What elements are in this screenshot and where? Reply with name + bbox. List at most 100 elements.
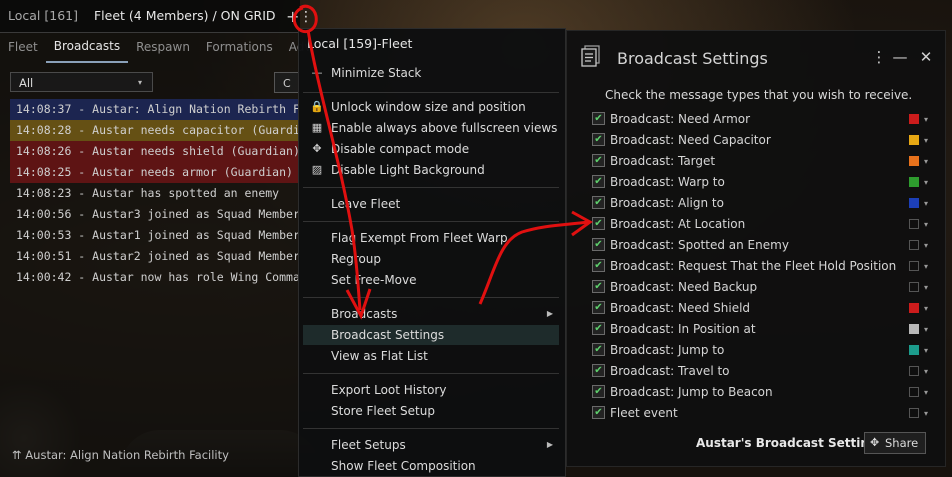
broadcast-type-row[interactable]: ✔ Fleet event ▾ xyxy=(591,403,928,424)
tab-fleet[interactable]: Fleet (4 Members) / ON GRID xyxy=(86,0,284,32)
chevron-down-icon[interactable]: ▾ xyxy=(924,277,928,298)
color-swatch[interactable] xyxy=(909,324,919,334)
broadcast-item[interactable]: 14:08:26 - Austar needs shield (Guardian… xyxy=(10,141,300,162)
tab-broadcasts[interactable]: Broadcasts xyxy=(45,35,129,63)
color-swatch[interactable] xyxy=(909,282,919,292)
color-swatch[interactable] xyxy=(909,303,919,313)
color-swatch[interactable] xyxy=(909,156,919,166)
checkbox[interactable]: ✔ xyxy=(592,280,605,293)
checkbox[interactable]: ✔ xyxy=(592,364,605,377)
broadcast-item[interactable]: 14:00:56 - Austar3 joined as Squad Membe… xyxy=(10,204,300,225)
broadcast-filter-select[interactable]: All ▾ xyxy=(10,72,153,92)
checkbox[interactable]: ✔ xyxy=(592,196,605,209)
broadcast-type-row[interactable]: ✔ Broadcast: In Position at ▾ xyxy=(591,319,928,340)
broadcast-type-row[interactable]: ✔ Broadcast: Need Armor ▾ xyxy=(591,109,928,130)
menu-item-unlock-window[interactable]: 🔒 Unlock window size and position xyxy=(303,97,559,117)
checkbox[interactable]: ✔ xyxy=(592,385,605,398)
minimize-icon[interactable]: — xyxy=(892,47,908,67)
tab-fleet-members[interactable]: Fleet xyxy=(0,36,46,62)
checkbox[interactable]: ✔ xyxy=(592,406,605,419)
chevron-down-icon[interactable]: ▾ xyxy=(924,403,928,424)
tab-formations[interactable]: Formations xyxy=(198,36,281,62)
color-swatch[interactable] xyxy=(909,198,919,208)
menu-item-broadcasts[interactable]: Broadcasts ▶ xyxy=(303,304,559,324)
chevron-down-icon[interactable]: ▾ xyxy=(924,340,928,361)
chevron-down-icon[interactable]: ▾ xyxy=(924,256,928,277)
chevron-down-icon[interactable]: ▾ xyxy=(924,235,928,256)
menu-item-regroup[interactable]: Regroup xyxy=(303,249,559,269)
color-swatch[interactable] xyxy=(909,135,919,145)
color-swatch[interactable] xyxy=(909,261,919,271)
menu-item-set-free-move[interactable]: Set Free-Move xyxy=(303,270,559,290)
broadcast-item[interactable]: 14:00:42 - Austar now has role Wing Comm… xyxy=(10,267,300,288)
checkbox[interactable]: ✔ xyxy=(592,343,605,356)
checkbox[interactable]: ✔ xyxy=(592,112,605,125)
last-broadcast-footer[interactable]: ⇈ Austar: Align Nation Rebirth Facility xyxy=(12,448,229,462)
broadcast-type-row[interactable]: ✔ Broadcast: Request That the Fleet Hold … xyxy=(591,256,928,277)
menu-item-show-fleet-composition[interactable]: Show Fleet Composition xyxy=(303,456,559,476)
chevron-down-icon[interactable]: ▾ xyxy=(924,130,928,151)
checkbox[interactable]: ✔ xyxy=(592,301,605,314)
color-swatch[interactable] xyxy=(909,240,919,250)
chevron-down-icon[interactable]: ▾ xyxy=(924,298,928,319)
checkbox[interactable]: ✔ xyxy=(592,133,605,146)
chevron-down-icon[interactable]: ▾ xyxy=(924,214,928,235)
checkbox[interactable]: ✔ xyxy=(592,259,605,272)
menu-item-broadcast-settings[interactable]: Broadcast Settings xyxy=(303,325,559,345)
close-icon[interactable]: ✕ xyxy=(918,47,934,67)
checkbox[interactable]: ✔ xyxy=(592,175,605,188)
window-header[interactable]: Broadcast Settings ⋮ — ✕ xyxy=(567,31,945,83)
menu-item-export-loot-history[interactable]: Export Loot History xyxy=(303,380,559,400)
broadcast-type-row[interactable]: ✔ Broadcast: Target ▾ xyxy=(591,151,928,172)
color-swatch[interactable] xyxy=(909,219,919,229)
broadcast-item[interactable]: 14:08:25 - Austar needs armor (Guardian) xyxy=(10,162,300,183)
color-swatch[interactable] xyxy=(909,366,919,376)
menu-item-minimize-stack[interactable]: — Minimize Stack xyxy=(303,63,559,83)
chevron-down-icon[interactable]: ▾ xyxy=(924,382,928,403)
chevron-down-icon[interactable]: ▾ xyxy=(924,319,928,340)
checkbox[interactable]: ✔ xyxy=(592,154,605,167)
checkbox[interactable]: ✔ xyxy=(592,238,605,251)
menu-item-always-above[interactable]: ▦ Enable always above fullscreen views xyxy=(303,118,559,138)
share-button[interactable]: ✥ Share xyxy=(864,432,926,454)
menu-item-leave-fleet[interactable]: Leave Fleet xyxy=(303,194,559,214)
menu-item-flag-exempt[interactable]: Flag Exempt From Fleet Warp xyxy=(303,228,559,248)
broadcast-type-row[interactable]: ✔ Broadcast: Need Shield ▾ xyxy=(591,298,928,319)
window-options-icon[interactable]: ⋮ xyxy=(296,6,316,28)
broadcast-type-row[interactable]: ✔ Broadcast: Spotted an Enemy ▾ xyxy=(591,235,928,256)
chevron-down-icon[interactable]: ▾ xyxy=(924,172,928,193)
more-options-icon[interactable]: ⋮ xyxy=(871,47,887,67)
broadcast-type-row[interactable]: ✔ Broadcast: Need Backup ▾ xyxy=(591,277,928,298)
chevron-down-icon[interactable]: ▾ xyxy=(924,151,928,172)
clear-button[interactable]: C xyxy=(274,72,300,93)
broadcast-type-row[interactable]: ✔ Broadcast: Travel to ▾ xyxy=(591,361,928,382)
checkbox[interactable]: ✔ xyxy=(592,217,605,230)
tab-local[interactable]: Local [161] xyxy=(0,0,86,32)
broadcast-type-row[interactable]: ✔ Broadcast: Jump to Beacon ▾ xyxy=(591,382,928,403)
broadcast-type-row[interactable]: ✔ Broadcast: Need Capacitor ▾ xyxy=(591,130,928,151)
menu-item-fleet-setups[interactable]: Fleet Setups ▶ xyxy=(303,435,559,455)
chevron-down-icon[interactable]: ▾ xyxy=(924,361,928,382)
color-swatch[interactable] xyxy=(909,408,919,418)
checkbox[interactable]: ✔ xyxy=(592,322,605,335)
broadcast-item[interactable]: 14:08:28 - Austar needs capacitor (Guard… xyxy=(10,120,300,141)
color-swatch[interactable] xyxy=(909,387,919,397)
broadcast-item[interactable]: 14:00:51 - Austar2 joined as Squad Membe… xyxy=(10,246,300,267)
broadcast-item[interactable]: 14:08:37 - Austar: Align Nation Rebirth … xyxy=(10,99,300,120)
chevron-down-icon[interactable]: ▾ xyxy=(924,193,928,214)
broadcast-item[interactable]: 14:00:53 - Austar1 joined as Squad Membe… xyxy=(10,225,300,246)
broadcast-type-row[interactable]: ✔ Broadcast: Warp to ▾ xyxy=(591,172,928,193)
chevron-down-icon[interactable]: ▾ xyxy=(924,109,928,130)
menu-item-store-fleet-setup[interactable]: Store Fleet Setup xyxy=(303,401,559,421)
broadcast-item[interactable]: 14:08:23 - Austar has spotted an enemy xyxy=(10,183,300,204)
broadcast-type-row[interactable]: ✔ Broadcast: Align to ▾ xyxy=(591,193,928,214)
broadcast-type-row[interactable]: ✔ Broadcast: Jump to ▾ xyxy=(591,340,928,361)
color-swatch[interactable] xyxy=(909,345,919,355)
menu-item-compact-mode[interactable]: ✥ Disable compact mode xyxy=(303,139,559,159)
color-swatch[interactable] xyxy=(909,177,919,187)
menu-item-view-flat-list[interactable]: View as Flat List xyxy=(303,346,559,366)
tab-respawn[interactable]: Respawn xyxy=(128,36,198,62)
color-swatch[interactable] xyxy=(909,114,919,124)
broadcast-type-row[interactable]: ✔ Broadcast: At Location ▾ xyxy=(591,214,928,235)
menu-item-light-background[interactable]: ▨ Disable Light Background xyxy=(303,160,559,180)
